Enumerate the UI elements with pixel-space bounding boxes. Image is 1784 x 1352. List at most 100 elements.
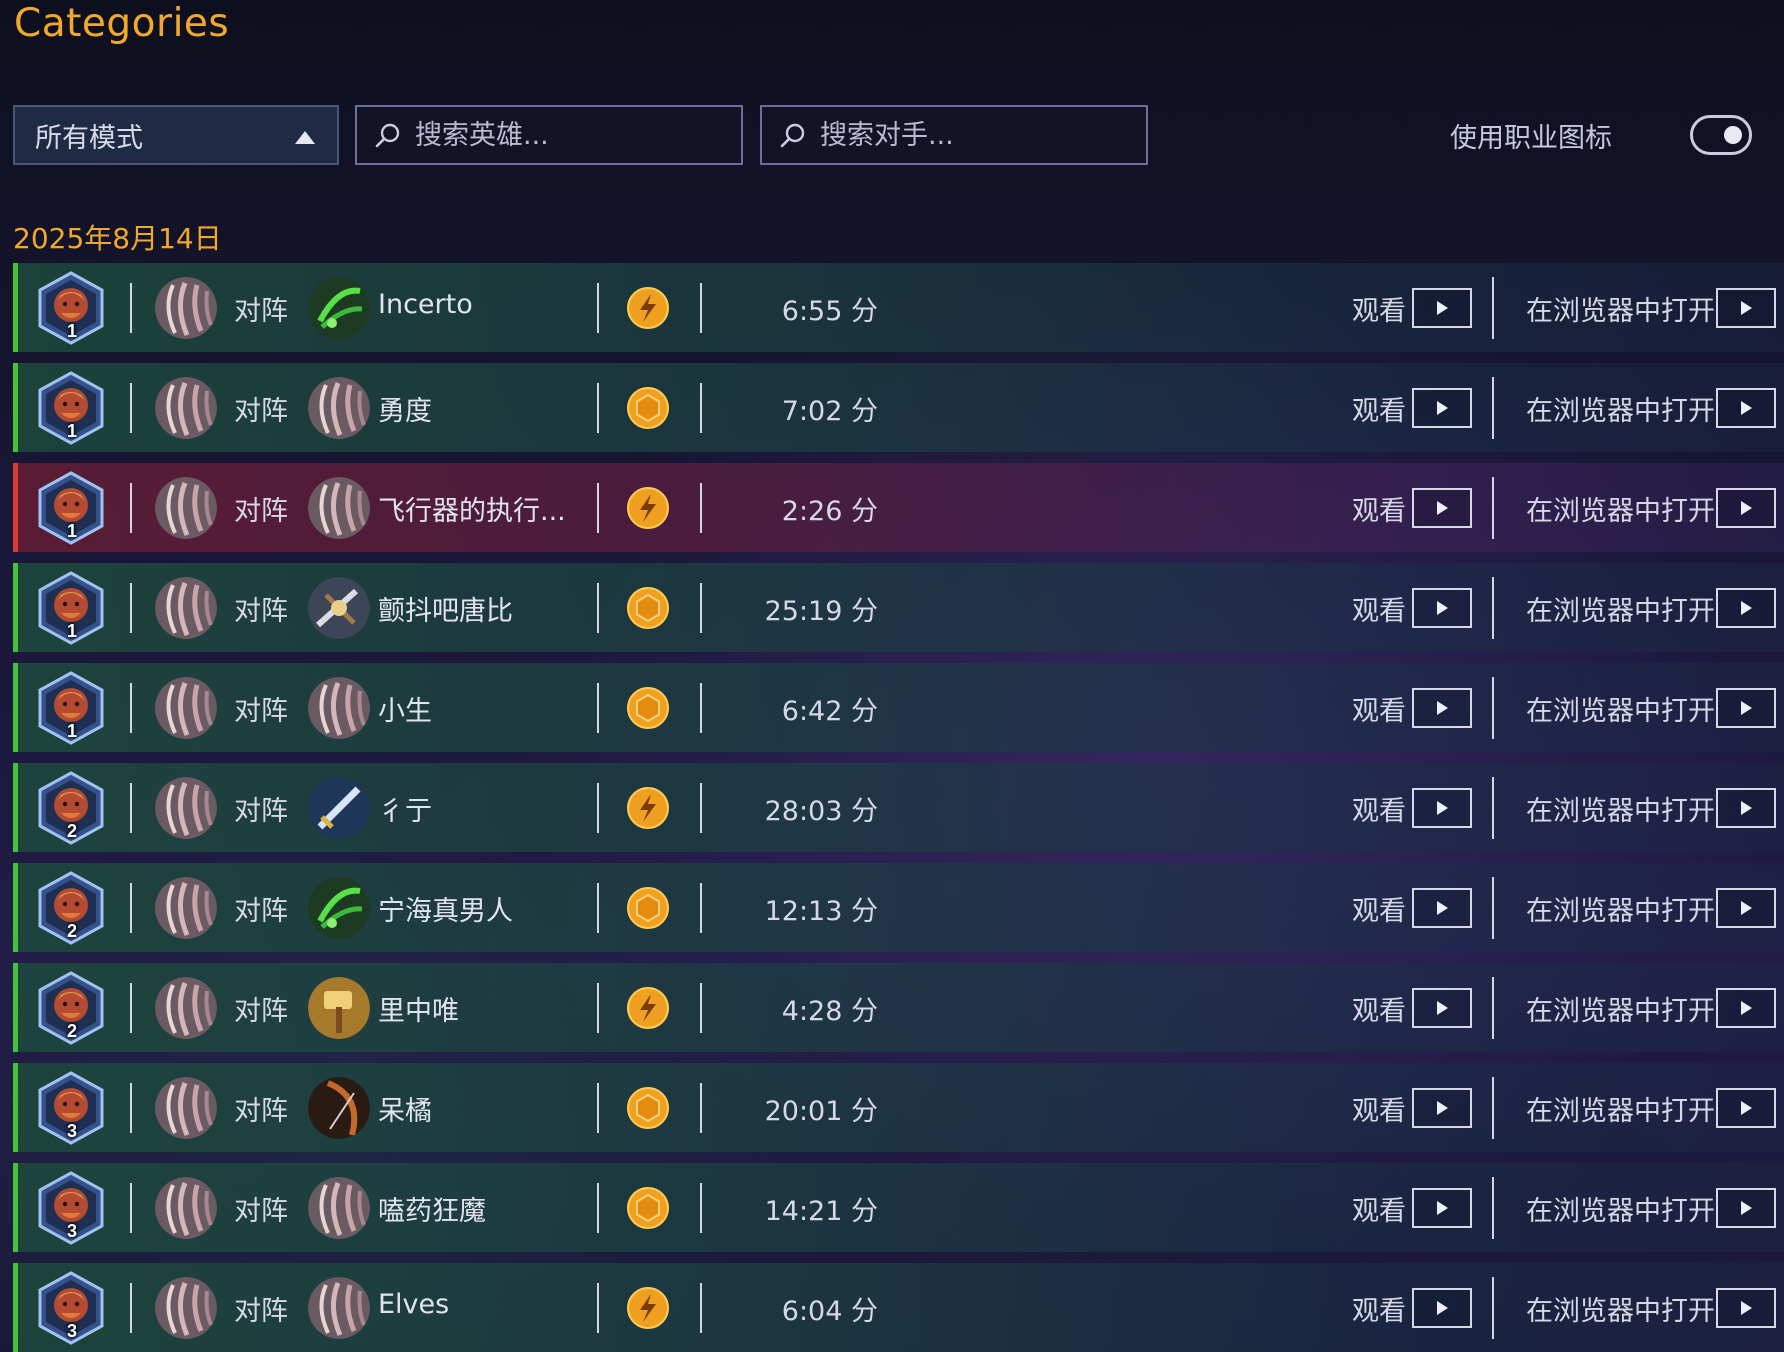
watch-replay-button[interactable]: [1412, 288, 1472, 328]
player-avatar: [155, 877, 217, 939]
play-icon: [1740, 501, 1752, 515]
mode-select-dropdown[interactable]: 所有模式: [13, 105, 339, 165]
silver-knight-icon: [308, 577, 370, 639]
divider: [597, 1283, 599, 1333]
divider: [1492, 1077, 1494, 1139]
date-heading: 2025年8月14日: [13, 222, 222, 255]
match-duration: 6:04 分: [781, 1296, 878, 1327]
watch-replay-button[interactable]: [1412, 888, 1472, 928]
open-in-browser-button[interactable]: [1716, 788, 1776, 828]
open-in-browser-button[interactable]: [1716, 388, 1776, 428]
opponent-search-input[interactable]: [820, 119, 1140, 151]
rank-badge: 1: [35, 271, 107, 345]
divider: [700, 983, 702, 1033]
rank-number: 1: [66, 721, 77, 741]
watch-label: 观看: [1352, 596, 1406, 627]
toggle-knob: [1724, 126, 1742, 144]
match-duration: 14:21 分: [764, 1196, 878, 1227]
divider: [1492, 777, 1494, 839]
search-icon: [780, 123, 805, 148]
open-in-browser-label: 在浏览器中打开: [1526, 696, 1715, 727]
default-hero-icon: [155, 877, 217, 939]
default-hero-icon: [155, 1177, 217, 1239]
open-in-browser-label: 在浏览器中打开: [1526, 296, 1715, 327]
opponent-name: 宁海真男人: [378, 896, 513, 927]
open-in-browser-label: 在浏览器中打开: [1526, 1096, 1715, 1127]
divider: [700, 583, 702, 633]
mode-icon-wrap: [626, 1186, 670, 1230]
watch-replay-button[interactable]: [1412, 788, 1472, 828]
watch-replay-button[interactable]: [1412, 588, 1472, 628]
opponent-search-box[interactable]: [760, 105, 1148, 165]
rank-number: 3: [66, 1321, 77, 1341]
opponent-name: Incerto: [378, 289, 473, 320]
rank-badge: 1: [35, 371, 107, 445]
green-claw-icon: [308, 877, 370, 939]
search-icon: [375, 123, 400, 148]
divider: [700, 383, 702, 433]
rank-number: 1: [66, 621, 77, 641]
watch-label: 观看: [1352, 496, 1406, 527]
mode-icon-wrap: [626, 986, 670, 1030]
default-hero-icon: [308, 1177, 370, 1239]
open-in-browser-button[interactable]: [1716, 1288, 1776, 1328]
opponent-avatar: [308, 577, 370, 639]
divider: [1492, 277, 1494, 339]
open-in-browser-button[interactable]: [1716, 288, 1776, 328]
open-in-browser-button[interactable]: [1716, 888, 1776, 928]
divider: [1492, 1177, 1494, 1239]
opponent-avatar: [308, 977, 370, 1039]
watch-replay-button[interactable]: [1412, 1088, 1472, 1128]
open-in-browser-button[interactable]: [1716, 1088, 1776, 1128]
opponent-name: 里中唯: [378, 996, 459, 1027]
divider: [1492, 977, 1494, 1039]
open-in-browser-button[interactable]: [1716, 488, 1776, 528]
divider: [1492, 377, 1494, 439]
class-icon-toggle-label: 使用职业图标: [1450, 123, 1612, 154]
opponent-avatar: [308, 677, 370, 739]
rank-badge: 1: [35, 471, 107, 545]
mode-icon-wrap: [626, 386, 670, 430]
vs-label: 对阵: [234, 296, 288, 327]
open-in-browser-button[interactable]: [1716, 988, 1776, 1028]
vs-label: 对阵: [234, 996, 288, 1027]
watch-replay-button[interactable]: [1412, 1288, 1472, 1328]
watch-replay-button[interactable]: [1412, 988, 1472, 1028]
divider: [1492, 477, 1494, 539]
play-icon: [1436, 1201, 1448, 1215]
open-in-browser-button[interactable]: [1716, 1188, 1776, 1228]
play-icon: [1740, 701, 1752, 715]
default-hero-icon: [155, 1277, 217, 1339]
divider: [597, 283, 599, 333]
rank-badge: 3: [35, 1271, 107, 1345]
divider: [130, 383, 132, 433]
hero-search-box[interactable]: [355, 105, 743, 165]
open-in-browser-button[interactable]: [1716, 688, 1776, 728]
class-icon-toggle[interactable]: [1690, 115, 1752, 155]
watch-replay-button[interactable]: [1412, 1188, 1472, 1228]
open-in-browser-button[interactable]: [1716, 588, 1776, 628]
watch-replay-button[interactable]: [1412, 388, 1472, 428]
hero-search-input[interactable]: [415, 119, 735, 151]
divider: [1492, 577, 1494, 639]
vs-label: 对阵: [234, 1296, 288, 1327]
opponent-avatar: [308, 1277, 370, 1339]
play-icon: [1436, 601, 1448, 615]
rank-badge: 1: [35, 571, 107, 645]
rank-badge: 1: [35, 671, 107, 745]
play-icon: [1740, 301, 1752, 315]
rank-badge: 2: [35, 971, 107, 1045]
open-in-browser-label: 在浏览器中打开: [1526, 396, 1715, 427]
watch-replay-button[interactable]: [1412, 688, 1472, 728]
default-hero-icon: [308, 677, 370, 739]
vs-label: 对阵: [234, 496, 288, 527]
mode-icon-wrap: [626, 686, 670, 730]
opponent-name: 嗑药狂魔: [378, 1196, 486, 1227]
default-hero-icon: [308, 377, 370, 439]
default-hero-icon: [308, 477, 370, 539]
dark-bow-icon: [308, 1077, 370, 1139]
match-row: 3 对阵 Elves 6:04 分 观看 在浏览器中打开: [13, 1263, 1784, 1352]
watch-replay-button[interactable]: [1412, 488, 1472, 528]
match-row: 1 对阵 Incerto 6:55 分 观看 在浏览器中打开: [13, 263, 1784, 352]
rank-number: 2: [66, 1021, 77, 1041]
